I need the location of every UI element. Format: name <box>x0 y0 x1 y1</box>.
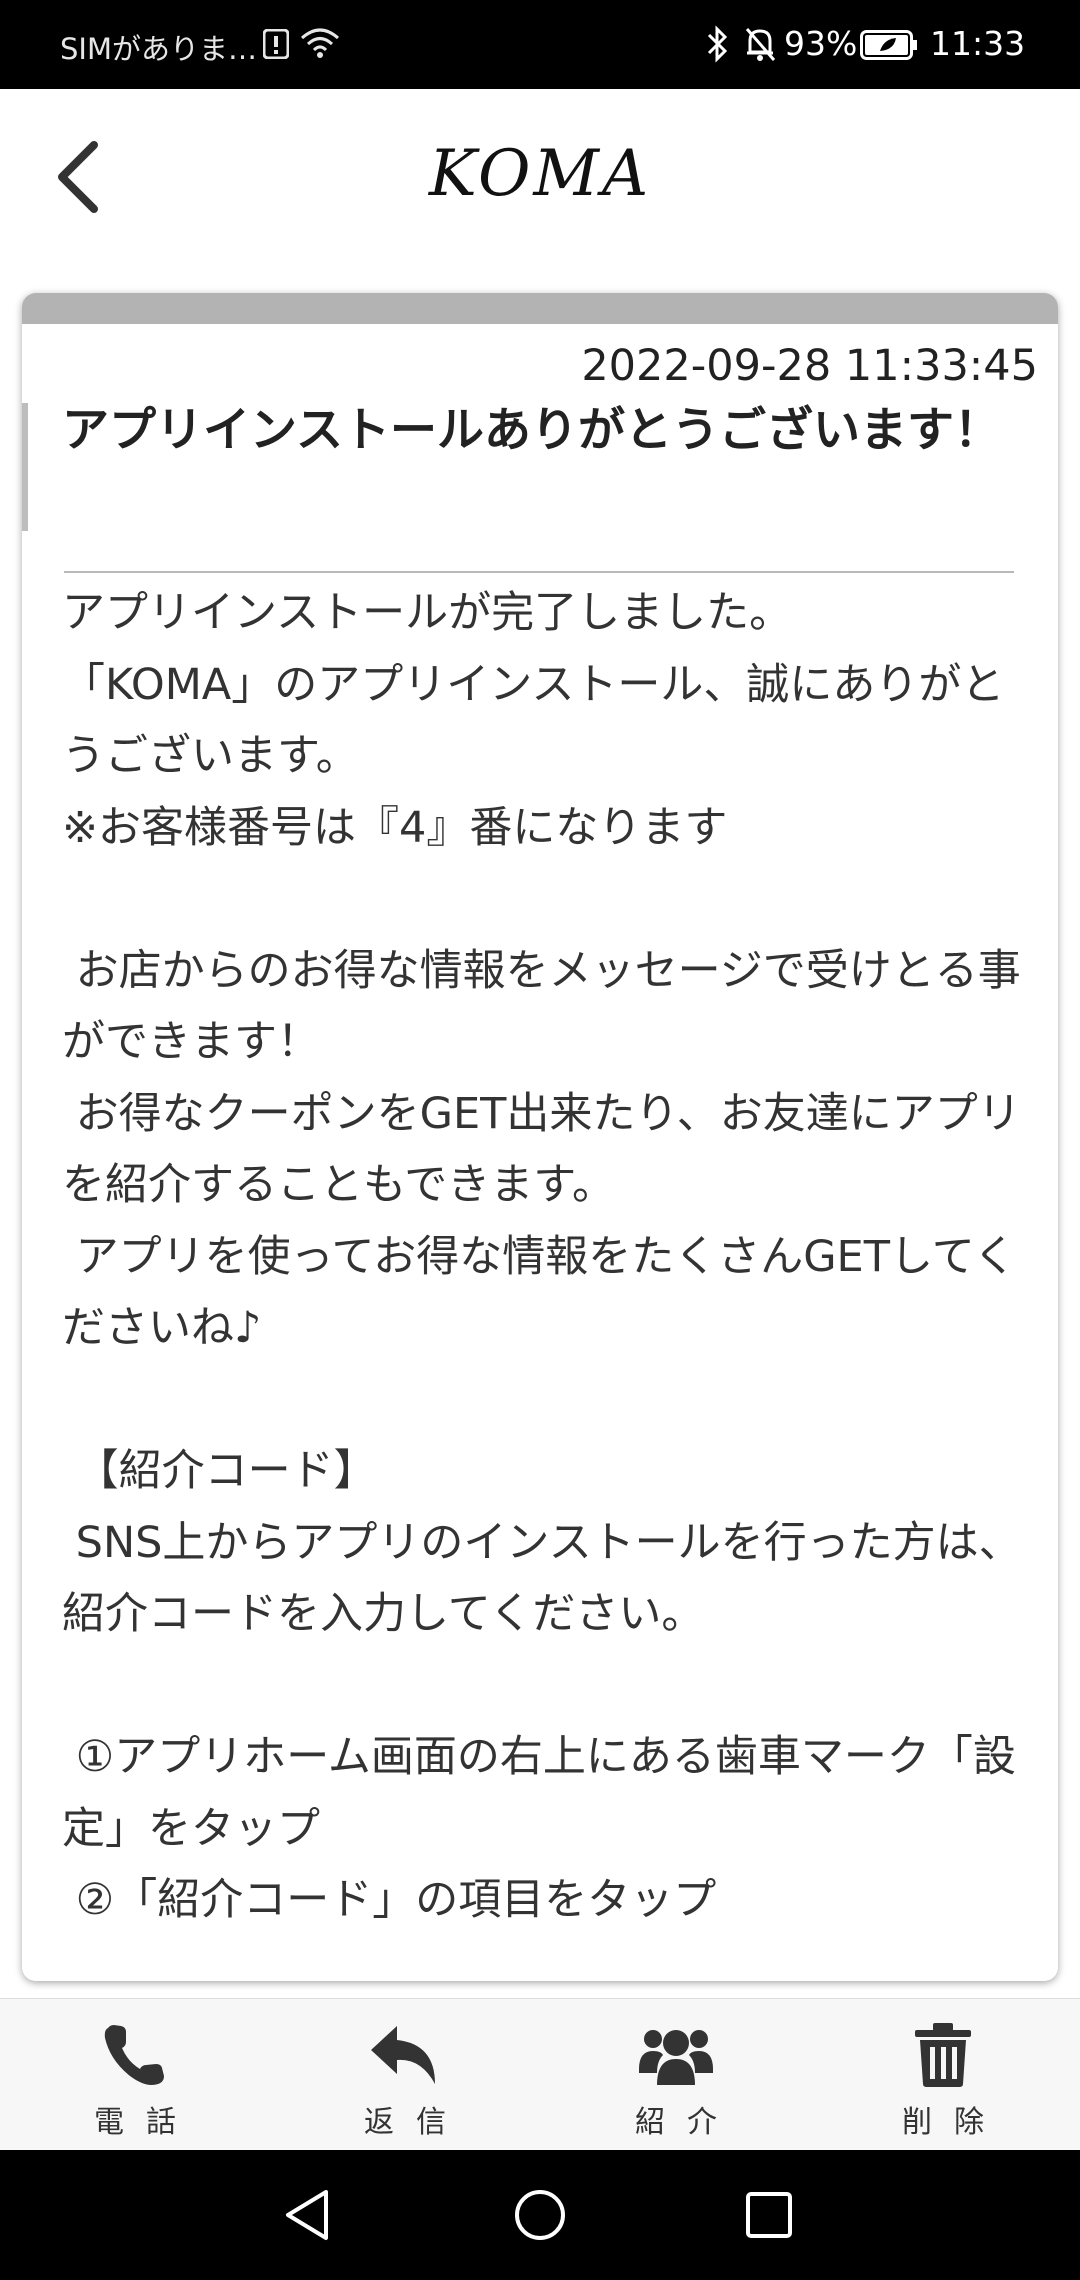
wifi-icon <box>300 26 340 64</box>
reply-label: 返信 <box>364 2105 468 2140</box>
invite-button[interactable]: 紹介 <box>596 2019 756 2140</box>
bluetooth-icon <box>705 25 729 67</box>
carrier-text: SIMがありま… <box>60 32 257 66</box>
users-icon <box>639 2030 713 2085</box>
invite-label: 紹介 <box>635 2105 739 2140</box>
delete-label: 削除 <box>902 2105 1006 2140</box>
trash-icon <box>915 2023 971 2087</box>
status-bar: SIMがありま… 93% 11:33 <box>0 0 1080 89</box>
system-nav-bar <box>0 2150 1080 2280</box>
triangle-back-icon <box>286 2190 328 2240</box>
square-recents-icon <box>746 2192 792 2238</box>
reply-button[interactable]: 返信 <box>325 2019 485 2140</box>
battery-icon <box>860 30 918 64</box>
card-bottom-clip <box>22 1921 1058 1981</box>
card-top-bar <box>22 293 1058 324</box>
sim-alert-icon <box>262 28 290 63</box>
mute-bell-icon <box>743 25 777 67</box>
phone-label: 電話 <box>94 2105 198 2140</box>
brand-logo: KOMA <box>428 137 652 211</box>
title-divider <box>64 571 1014 573</box>
reply-icon <box>371 2026 435 2084</box>
app-header: KOMA <box>0 89 1080 264</box>
message-title: アプリインストールありがとうございます！ <box>62 403 1002 458</box>
title-accent-bar <box>22 403 28 531</box>
delete-button[interactable]: 削除 <box>863 2019 1023 2140</box>
system-home-button[interactable] <box>505 2180 575 2250</box>
bottom-nav: 電話 返信 紹介 削除 <box>0 1998 1080 2150</box>
message-card: 2022-09-28 11:33:45 アプリインストールありがとうございます！… <box>22 293 1058 1981</box>
battery-percent: 93% <box>784 24 858 63</box>
message-body[interactable]: アプリインストールが完了しました。 「KOMA」のアプリインストール、誠にありが… <box>62 578 1032 1981</box>
phone-icon <box>104 2025 164 2085</box>
phone-button[interactable]: 電話 <box>55 2019 215 2140</box>
system-recents-button[interactable] <box>734 2180 804 2250</box>
message-date: 2022-09-28 11:33:45 <box>581 341 1038 391</box>
circle-home-icon <box>515 2190 565 2240</box>
system-back-button[interactable] <box>272 2180 342 2250</box>
status-clock: 11:33 <box>930 24 1026 63</box>
